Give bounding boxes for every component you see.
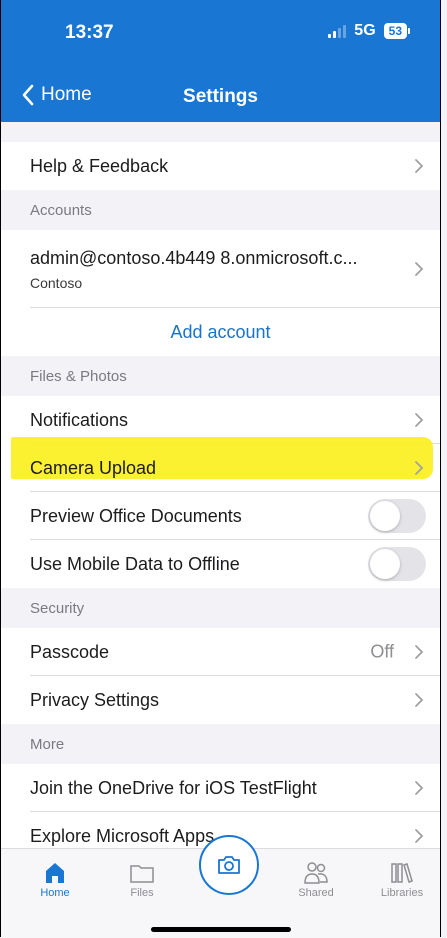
preview-office-toggle[interactable] — [368, 499, 426, 533]
add-account-label: Add account — [170, 321, 271, 342]
chevron-right-icon — [415, 829, 424, 843]
page-title: Settings — [183, 86, 258, 107]
chevron-right-icon — [415, 645, 424, 659]
account-organization: Contoso — [30, 274, 83, 291]
row-label: Help & Feedback — [30, 155, 169, 176]
chevron-right-icon — [415, 461, 424, 475]
section-header-files-photos: Files & Photos — [1, 356, 440, 396]
chevron-right-icon — [415, 262, 424, 276]
tab-label: Shared — [298, 887, 334, 899]
home-indicator — [151, 927, 291, 932]
tab-label: Libraries — [380, 887, 424, 899]
row-label: Use Mobile Data to Offline — [30, 553, 240, 574]
row-label: Passcode — [30, 641, 110, 662]
signal-icon — [328, 24, 347, 38]
tab-libraries[interactable]: Libraries — [367, 859, 437, 899]
help-feedback-row[interactable]: Help & Feedback — [1, 142, 440, 190]
mobile-data-offline-row: Use Mobile Data to Offline — [1, 540, 440, 588]
home-icon — [46, 863, 64, 883]
add-account-button[interactable]: Add account — [1, 308, 440, 356]
settings-list: Help & Feedback Accounts admin@contoso.4… — [1, 122, 440, 860]
row-label: Privacy Settings — [30, 689, 160, 710]
passcode-status: Off — [370, 641, 394, 662]
tab-shared[interactable]: Shared — [281, 859, 351, 899]
account-email: admin@contoso.4b449 8.onmicrosoft.c... — [30, 247, 358, 268]
tab-files[interactable]: Files — [107, 859, 177, 899]
section-header-security: Security — [1, 588, 440, 628]
chevron-right-icon — [415, 159, 424, 173]
mobile-data-toggle[interactable] — [368, 547, 426, 581]
settings-screen: 13:37 5G 53 Home Settings Help & Feedbac… — [0, 0, 441, 938]
row-label: Join the OneDrive for iOS TestFlight — [30, 777, 317, 798]
row-label: Preview Office Documents — [30, 505, 242, 526]
camera-button[interactable] — [199, 835, 259, 895]
privacy-settings-row[interactable]: Privacy Settings — [1, 676, 440, 724]
status-indicators: 5G 53 — [328, 22, 410, 40]
people-icon — [304, 862, 328, 884]
battery-icon: 53 — [383, 23, 410, 39]
header: 13:37 5G 53 Home Settings — [1, 0, 440, 122]
camera-icon — [218, 856, 240, 874]
row-label: Explore Microsoft Apps — [30, 825, 215, 846]
network-label: 5G — [354, 22, 376, 39]
section-header-accounts: Accounts — [1, 190, 440, 230]
row-label: Camera Upload — [30, 457, 157, 478]
passcode-row[interactable]: Passcode Off — [1, 628, 440, 676]
status-time: 13:37 — [65, 22, 114, 43]
tab-label: Files — [130, 887, 154, 899]
folder-icon — [130, 865, 154, 883]
account-row[interactable]: admin@contoso.4b449 8.onmicrosoft.c... C… — [1, 230, 440, 308]
navigation-bar: Home Settings — [1, 84, 440, 114]
chevron-right-icon — [415, 693, 424, 707]
row-label: Notifications — [30, 409, 129, 430]
tab-label: Home — [40, 887, 70, 899]
preview-office-documents-row: Preview Office Documents — [1, 492, 440, 540]
testflight-row[interactable]: Join the OneDrive for iOS TestFlight — [1, 764, 440, 812]
chevron-right-icon — [415, 413, 424, 427]
library-icon — [391, 863, 413, 883]
chevron-right-icon — [415, 781, 424, 795]
tab-home[interactable]: Home — [20, 859, 90, 899]
battery-level: 53 — [383, 23, 407, 39]
section-header-more: More — [1, 724, 440, 764]
